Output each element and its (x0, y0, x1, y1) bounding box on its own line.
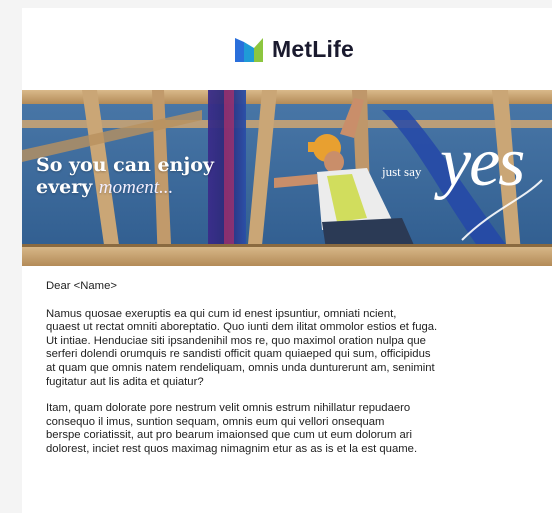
body-paragraph-2: Itam, quam dolorate pore nestrum velit o… (46, 402, 418, 455)
hero-tagline-large: yes (440, 124, 525, 201)
metlife-logo[interactable]: MetLife (234, 34, 354, 64)
email-body: Dear <Name> Namus quosae exeruptis ea qu… (46, 280, 552, 470)
hero-headline-script: moment... (98, 177, 174, 198)
page: MetLife So you can enjoy every moment...… (0, 0, 552, 513)
metlife-logo-icon (235, 38, 264, 62)
hero-tagline-small: just say (382, 164, 422, 179)
email-card: MetLife So you can enjoy every moment...… (22, 8, 552, 513)
hero-headline: So you can enjoy every moment... (36, 154, 214, 199)
hero-banner: So you can enjoy every moment... just sa… (22, 90, 552, 266)
hero-headline-line2: every moment... (36, 176, 214, 199)
salutation: Dear <Name> (46, 280, 117, 292)
hero-headline-prefix: every (36, 176, 99, 198)
email-header: MetLife (22, 8, 552, 90)
brand-name: MetLife (272, 35, 354, 62)
hero-headline-line1: So you can enjoy (36, 154, 214, 176)
body-paragraph-1: Namus quosae exeruptis ea qui cum id ene… (46, 307, 438, 388)
